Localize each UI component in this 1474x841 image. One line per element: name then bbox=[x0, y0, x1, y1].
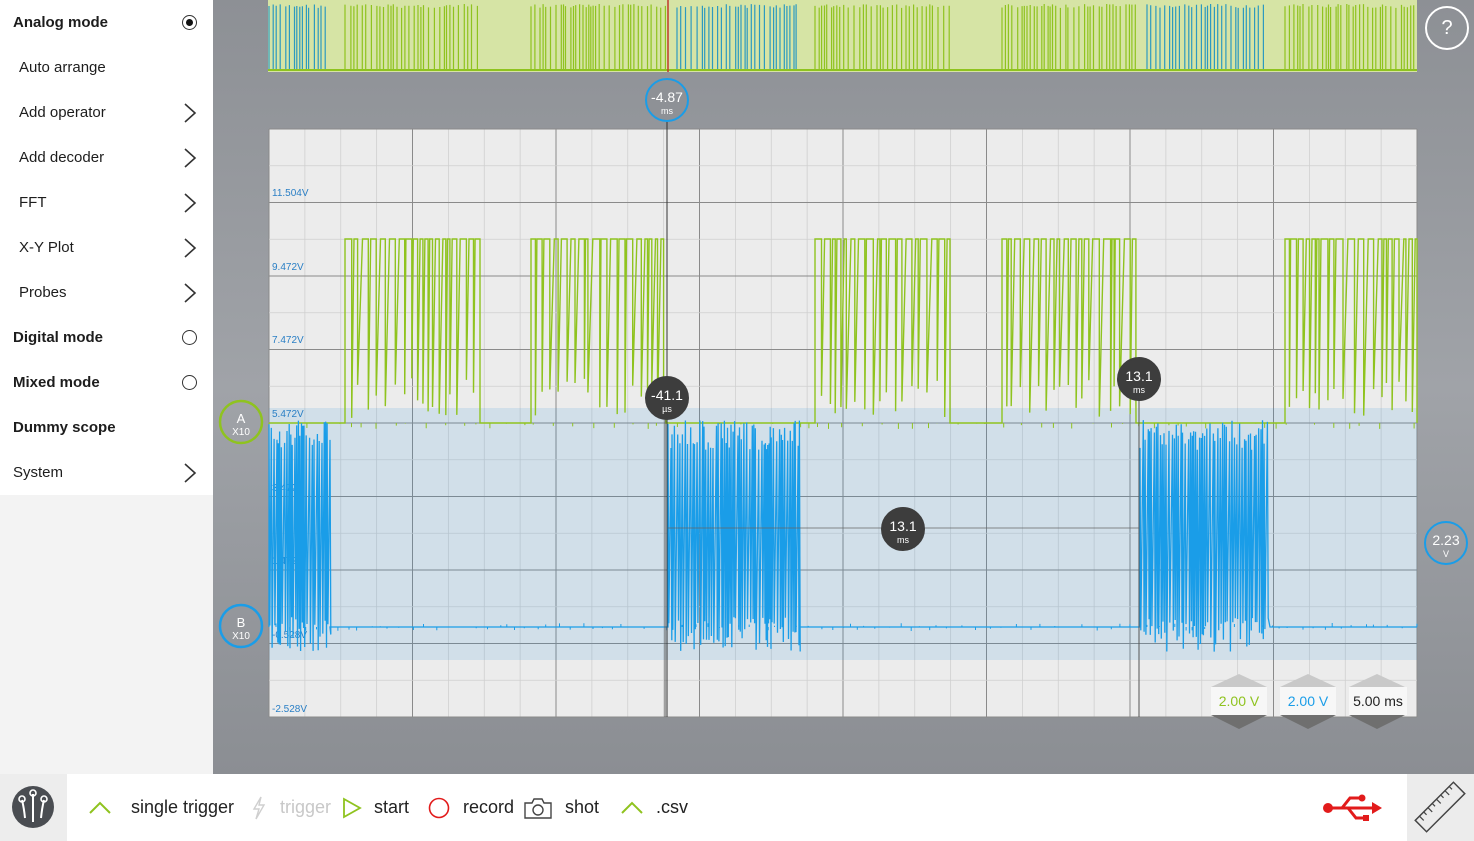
delta-marker-unit: ms bbox=[897, 535, 909, 545]
shot-button[interactable]: shot bbox=[523, 774, 599, 841]
scale-down-arrow bbox=[1349, 715, 1405, 729]
cursor-b-marker: 13.1ms bbox=[1117, 357, 1161, 401]
ch-a-scale[interactable]: 2.00 V bbox=[1211, 687, 1267, 715]
time-cursor-marker-value: -4.87 bbox=[651, 89, 683, 105]
trigger-label: trigger bbox=[280, 797, 332, 817]
record-icon bbox=[428, 797, 450, 818]
app-logo-button[interactable] bbox=[0, 774, 67, 841]
y-tick-label: 9.472V bbox=[272, 262, 304, 273]
channel-a-badge-name: A bbox=[237, 411, 246, 426]
level-marker: 2.23V bbox=[1424, 521, 1468, 565]
ch-b-scale[interactable]: 2.00 V bbox=[1280, 687, 1336, 715]
overview-strip[interactable] bbox=[268, 0, 1417, 72]
start-button[interactable]: start bbox=[342, 774, 409, 841]
scale-down-arrow bbox=[1280, 715, 1336, 729]
play-icon bbox=[343, 796, 362, 819]
time-cursor-marker-unit: ms bbox=[661, 106, 673, 116]
usb-icon bbox=[1323, 794, 1382, 821]
delta-marker-value: 13.1 bbox=[889, 518, 916, 534]
trigger-marker: -41.1µs bbox=[645, 376, 689, 420]
timebase-scale[interactable]: 5.00 ms bbox=[1349, 687, 1407, 715]
channel-a-badge: AX10 bbox=[218, 399, 264, 445]
lightning-icon bbox=[252, 796, 266, 819]
time-cursor-marker: -4.87ms bbox=[645, 78, 689, 122]
cursor-b-marker-value: 13.1 bbox=[1125, 368, 1152, 384]
y-tick-label: 5.472V bbox=[272, 409, 304, 420]
single-trigger-button[interactable]: single trigger bbox=[88, 774, 234, 841]
trigger-button[interactable]: trigger bbox=[250, 774, 331, 841]
usb-status[interactable] bbox=[1320, 774, 1384, 841]
camera-icon bbox=[524, 797, 552, 819]
channel-b-badge-probe: X10 bbox=[232, 631, 250, 642]
y-tick-label: 11.504V bbox=[272, 188, 309, 199]
help-label: ? bbox=[1441, 16, 1453, 39]
scoppy-logo-icon bbox=[12, 786, 54, 828]
channel-a-badge-probe: X10 bbox=[232, 427, 250, 438]
help-button[interactable]: ? bbox=[1425, 6, 1469, 50]
single-trigger-label: single trigger bbox=[131, 797, 235, 817]
start-label: start bbox=[374, 797, 410, 817]
rising-edge-icon bbox=[89, 801, 111, 814]
csv-label: .csv bbox=[656, 797, 689, 817]
ch-b-scale-label: 2.00 V bbox=[1287, 693, 1329, 709]
record-button[interactable]: record bbox=[427, 774, 514, 841]
trigger-marker-unit: µs bbox=[662, 404, 672, 414]
scope-display[interactable]: 11.504V9.472V7.472V5.472V3.472V1.472V-0.… bbox=[0, 0, 1474, 774]
measure-button[interactable] bbox=[1407, 774, 1474, 841]
ch-a-scale-label: 2.00 V bbox=[1218, 693, 1260, 709]
level-marker-unit: V bbox=[1443, 549, 1449, 559]
channel-b-badge-name: B bbox=[237, 615, 246, 630]
shot-label: shot bbox=[565, 797, 600, 817]
rising-edge-icon bbox=[621, 801, 643, 814]
delta-marker: 13.1ms bbox=[881, 507, 925, 551]
record-label: record bbox=[463, 797, 515, 817]
ruler-icon bbox=[1414, 781, 1466, 833]
scale-down-arrow bbox=[1211, 715, 1267, 729]
channel-b-badge: BX10 bbox=[218, 603, 264, 649]
y-tick-label: -2.528V bbox=[272, 704, 307, 715]
y-tick-label: 7.472V bbox=[272, 335, 304, 346]
overview-burst bbox=[1146, 4, 1264, 69]
level-marker-value: 2.23 bbox=[1432, 532, 1459, 548]
trigger-marker-value: -41.1 bbox=[651, 387, 683, 403]
cursor-b-marker-unit: ms bbox=[1133, 385, 1145, 395]
csv-button[interactable]: .csv bbox=[620, 774, 688, 841]
timebase-scale-label: 5.00 ms bbox=[1353, 693, 1403, 709]
